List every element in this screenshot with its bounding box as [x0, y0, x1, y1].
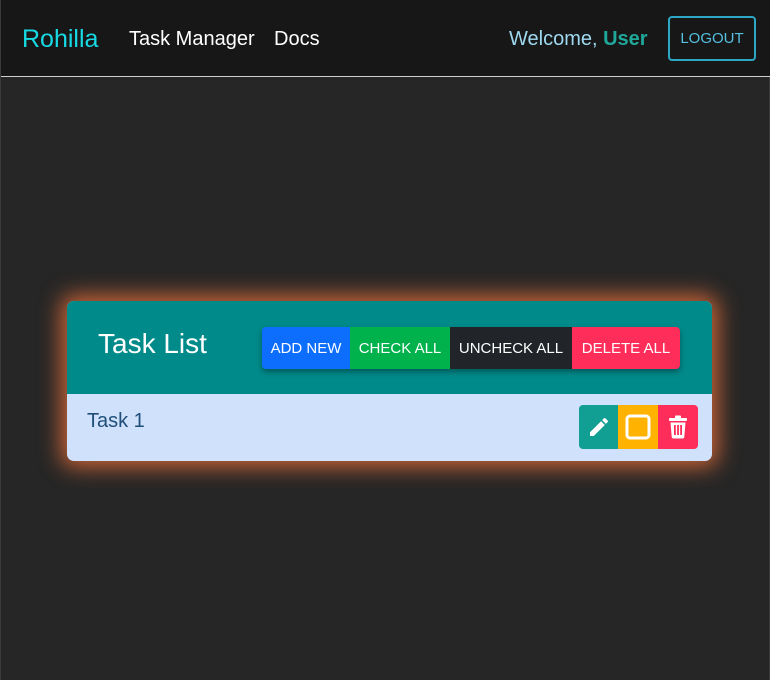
- uncheck-all-button[interactable]: UNCHECK ALL: [450, 327, 572, 369]
- task-list-card: Task List ADD NEW CHECK ALL UNCHECK ALL …: [67, 301, 712, 461]
- pencil-icon: [589, 417, 608, 436]
- task-list-header: Task List ADD NEW CHECK ALL UNCHECK ALL …: [67, 301, 712, 394]
- checkbox-empty-icon: [625, 414, 651, 440]
- task-text: Task 1: [87, 410, 145, 432]
- delete-all-button[interactable]: DELETE ALL: [572, 327, 680, 369]
- logout-button[interactable]: LOGOUT: [668, 16, 756, 61]
- welcome-prefix: Welcome,: [509, 28, 604, 50]
- add-new-button[interactable]: ADD NEW: [262, 327, 350, 369]
- navbar: Rohilla Task Manager Docs Welcome, User …: [1, 0, 770, 77]
- check-all-button[interactable]: CHECK ALL: [350, 327, 450, 369]
- task-list-title: Task List: [98, 328, 207, 359]
- nav-link-task-manager[interactable]: Task Manager: [129, 27, 255, 51]
- task-actions: [579, 405, 698, 449]
- page: Rohilla Task Manager Docs Welcome, User …: [0, 0, 770, 680]
- task-list-button-group: ADD NEW CHECK ALL UNCHECK ALL DELETE ALL: [262, 327, 680, 369]
- delete-task-button[interactable]: [658, 405, 698, 449]
- trash-icon: [669, 415, 687, 439]
- brand-link[interactable]: Rohilla: [22, 24, 98, 54]
- edit-task-button[interactable]: [579, 405, 618, 449]
- user-name: User: [603, 28, 648, 50]
- welcome-message: Welcome, User: [509, 27, 648, 51]
- list-item: Task 1: [67, 394, 712, 461]
- toggle-task-button[interactable]: [618, 405, 658, 449]
- nav-link-docs[interactable]: Docs: [274, 27, 320, 51]
